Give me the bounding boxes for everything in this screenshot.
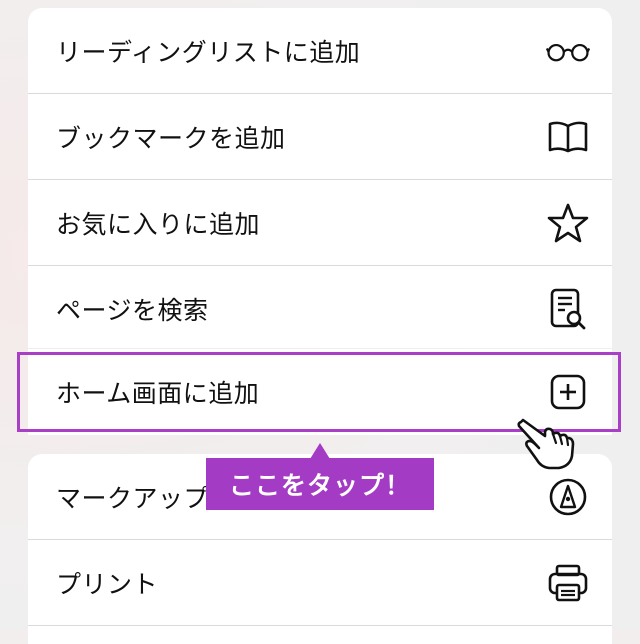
book-icon xyxy=(546,115,590,159)
pointing-hand-icon xyxy=(515,412,579,472)
printer-icon xyxy=(546,561,590,605)
star-icon xyxy=(546,201,590,245)
glasses-icon xyxy=(546,29,590,73)
menu-item-reading-list[interactable]: リーディングリストに追加 xyxy=(28,8,612,93)
callout-pointer xyxy=(310,443,330,459)
menu-item-label: リーディングリストに追加 xyxy=(56,37,361,67)
menu-item-add-favorite[interactable]: お気に入りに追加 xyxy=(28,180,612,265)
divider xyxy=(28,625,612,626)
menu-item-label: マークアップ xyxy=(56,483,210,513)
menu-item-print[interactable]: プリント xyxy=(28,540,612,625)
share-menu-card-top: リーディングリストに追加 ブックマークを追加 お気に入りに追加 ページを検索 xyxy=(28,8,612,348)
menu-item-label: プリント xyxy=(56,569,159,599)
tap-here-callout: ここをタップ！ xyxy=(206,458,434,510)
markup-pen-icon xyxy=(546,475,590,519)
menu-item-label: ブックマークを追加 xyxy=(56,123,286,153)
menu-item-find-on-page[interactable]: ページを検索 xyxy=(28,266,612,348)
menu-item-label: お気に入りに追加 xyxy=(56,209,261,239)
menu-item-label: ページを検索 xyxy=(56,295,209,325)
doc-search-icon xyxy=(546,287,590,331)
menu-item-add-bookmark[interactable]: ブックマークを追加 xyxy=(28,94,612,179)
